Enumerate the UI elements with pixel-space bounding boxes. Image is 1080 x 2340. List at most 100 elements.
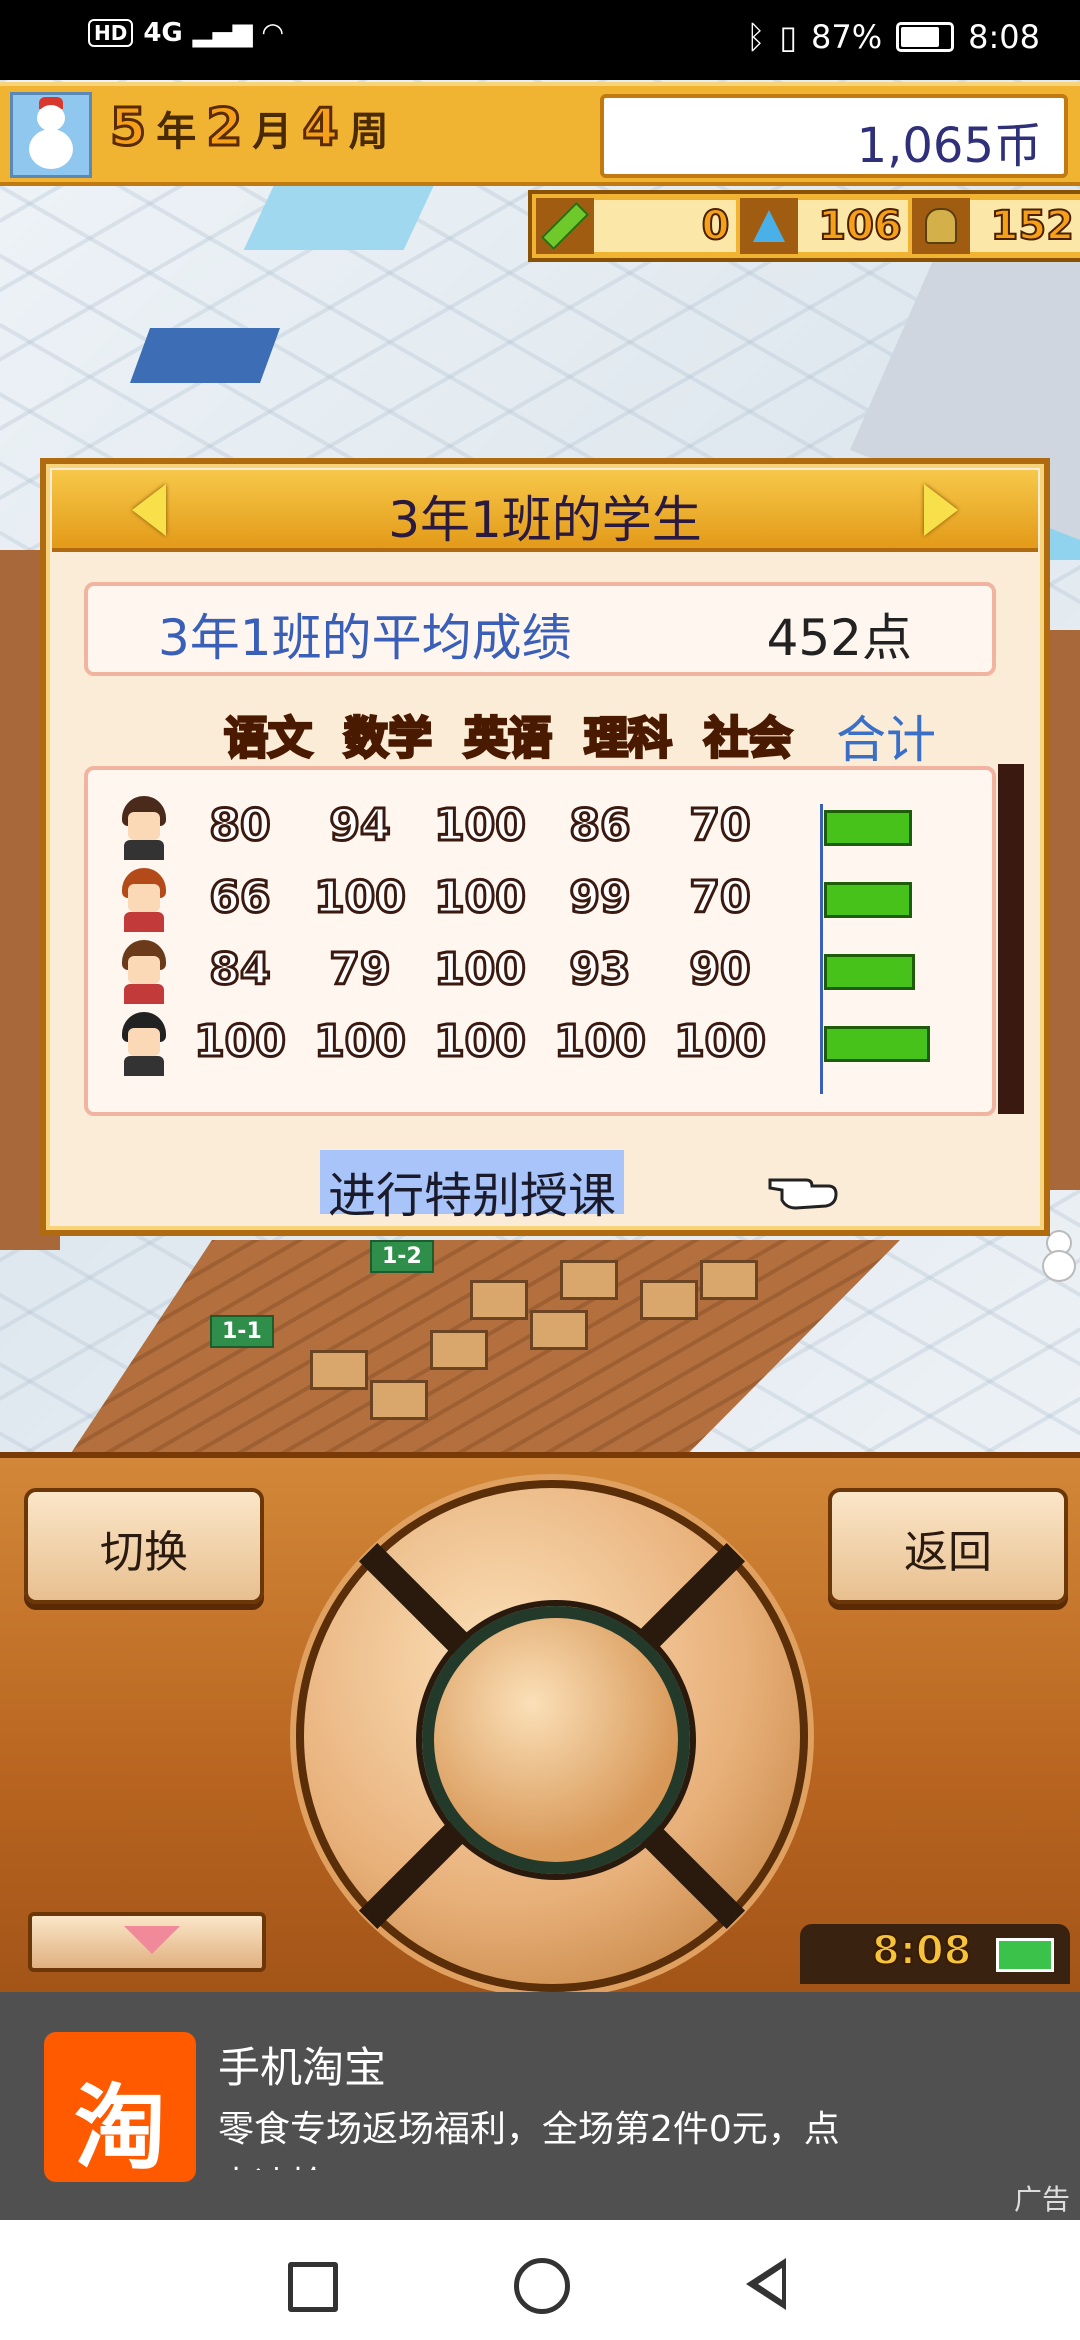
subject-science: 理科 xyxy=(583,712,674,766)
score: 70 xyxy=(688,871,752,925)
research-count: 106 xyxy=(797,200,908,252)
desk xyxy=(470,1280,528,1320)
game-clock: 8:08 xyxy=(800,1924,1070,1984)
student-avatar-icon xyxy=(116,868,172,932)
snowman-decoration xyxy=(1040,1230,1076,1282)
average-value: 452点 xyxy=(766,609,912,667)
score: 99 xyxy=(568,871,632,925)
flask-icon xyxy=(739,198,798,254)
desk xyxy=(530,1310,588,1350)
system-nav-bar xyxy=(0,2220,1080,2340)
menu-down-button[interactable] xyxy=(28,1912,266,1972)
face xyxy=(128,1028,160,1056)
dpad-center-button[interactable] xyxy=(422,1606,690,1874)
season-snowman-icon xyxy=(10,92,92,178)
total-bar xyxy=(824,954,915,990)
resource-bar: 0 106 152 xyxy=(528,190,1080,262)
average-label: 3年1班的平均成绩 xyxy=(158,609,572,667)
average-score-box: 3年1班的平均成绩 452点 xyxy=(84,582,996,676)
score: 100 xyxy=(313,1015,408,1069)
week-unit: 周 xyxy=(348,109,389,155)
student-row[interactable]: 66 100 100 99 70 xyxy=(88,864,988,934)
ad-tag: 广告 xyxy=(1013,2183,1070,2216)
week-number: 4 xyxy=(301,97,340,160)
hut-roof xyxy=(129,328,281,383)
score: 90 xyxy=(688,943,752,997)
clock-time: 8:08 xyxy=(871,1927,972,1975)
score: 100 xyxy=(433,943,528,997)
recent-apps-icon[interactable] xyxy=(288,2262,338,2312)
desk xyxy=(430,1330,488,1370)
student-avatar-icon xyxy=(116,1012,172,1076)
money-display: 1,065币 xyxy=(600,94,1068,178)
battery-percent: 87% xyxy=(811,18,883,56)
desk xyxy=(370,1380,428,1420)
shirt xyxy=(124,984,164,1004)
student-row[interactable]: 80 94 100 86 70 xyxy=(88,792,988,862)
classroom-sign-1: 1-1 xyxy=(210,1315,274,1348)
status-left: HD 4G ▂▄▆ ◠ xyxy=(88,18,283,48)
score: 100 xyxy=(313,871,408,925)
score: 100 xyxy=(673,1015,768,1069)
face xyxy=(128,884,160,912)
direction-pad[interactable] xyxy=(296,1480,808,1992)
ad-banner[interactable]: 淘 手机淘宝 零食专场返场福利，全场第2件0元，点击速抢 广告 xyxy=(0,1992,1080,2220)
student-row[interactable]: 100 100 100 100 100 xyxy=(88,1008,988,1078)
desk xyxy=(310,1350,368,1390)
student-row[interactable]: 84 79 100 93 90 xyxy=(88,936,988,1006)
home-icon[interactable] xyxy=(514,2258,570,2314)
class-students-dialog: 3年1班的学生 3年1班的平均成绩 452点 语文 数学 英语 理科 社会 合计… xyxy=(40,458,1050,1236)
total-bar xyxy=(824,810,912,846)
next-class-arrow-icon[interactable] xyxy=(924,484,958,536)
money-value: 1,065币 xyxy=(856,118,1042,174)
score: 100 xyxy=(193,1015,288,1069)
year-unit: 年 xyxy=(156,109,197,155)
flask-shape xyxy=(752,210,785,242)
wifi-icon: ◠ xyxy=(262,18,283,48)
subject-math: 数学 xyxy=(343,712,434,766)
battery-icon xyxy=(896,22,955,52)
pencil-shape xyxy=(540,201,590,251)
head xyxy=(37,105,65,131)
month-unit: 月 xyxy=(252,109,293,155)
shirt xyxy=(124,912,164,932)
subject-chinese: 语文 xyxy=(223,712,314,766)
score: 93 xyxy=(568,943,632,997)
desk xyxy=(560,1260,618,1300)
subject-social: 社会 xyxy=(703,712,794,766)
student-scores-table: 80 94 100 86 70 66 100 100 99 70 84 79 1… xyxy=(84,764,1024,1116)
taobao-logo-icon: 淘 xyxy=(44,2032,196,2182)
ad-title: 手机淘宝 xyxy=(218,2043,387,2092)
bell-count: 152 xyxy=(969,200,1080,252)
special-lesson-button[interactable]: 进行特别授课 xyxy=(320,1150,624,1224)
hd-icon: HD xyxy=(88,19,134,47)
game-date: 5 年 2 月 4 周 xyxy=(108,97,389,160)
student-avatar-icon xyxy=(116,796,172,860)
desk xyxy=(640,1280,698,1320)
status-right: ᛒ ▯ 87% 8:08 xyxy=(746,18,1040,56)
special-lesson-label: 进行特别授课 xyxy=(327,1168,616,1224)
pond xyxy=(243,180,437,250)
game-controller: 切换 返回 8:08 xyxy=(0,1452,1080,1998)
clock-battery-icon xyxy=(996,1938,1054,1972)
month-number: 2 xyxy=(205,97,244,160)
pencil-count: 0 xyxy=(594,200,736,252)
switch-button[interactable]: 切换 xyxy=(24,1488,264,1604)
pointing-hand-icon xyxy=(768,1178,838,1210)
score: 86 xyxy=(568,799,632,853)
back-label: 返回 xyxy=(904,1527,992,1578)
score: 84 xyxy=(208,943,272,997)
vibrate-icon: ▯ xyxy=(779,18,798,56)
score: 80 xyxy=(208,799,272,853)
face xyxy=(128,956,160,984)
down-arrow-icon xyxy=(124,1926,180,1954)
scrollbar[interactable] xyxy=(998,764,1024,1114)
score: 79 xyxy=(328,943,392,997)
network-label: 4G xyxy=(143,18,183,48)
bell-icon xyxy=(911,198,970,254)
switch-label: 切换 xyxy=(100,1527,188,1578)
back-button[interactable]: 返回 xyxy=(828,1488,1068,1604)
year-number: 5 xyxy=(108,97,147,160)
score: 100 xyxy=(433,871,528,925)
score: 70 xyxy=(688,799,752,853)
